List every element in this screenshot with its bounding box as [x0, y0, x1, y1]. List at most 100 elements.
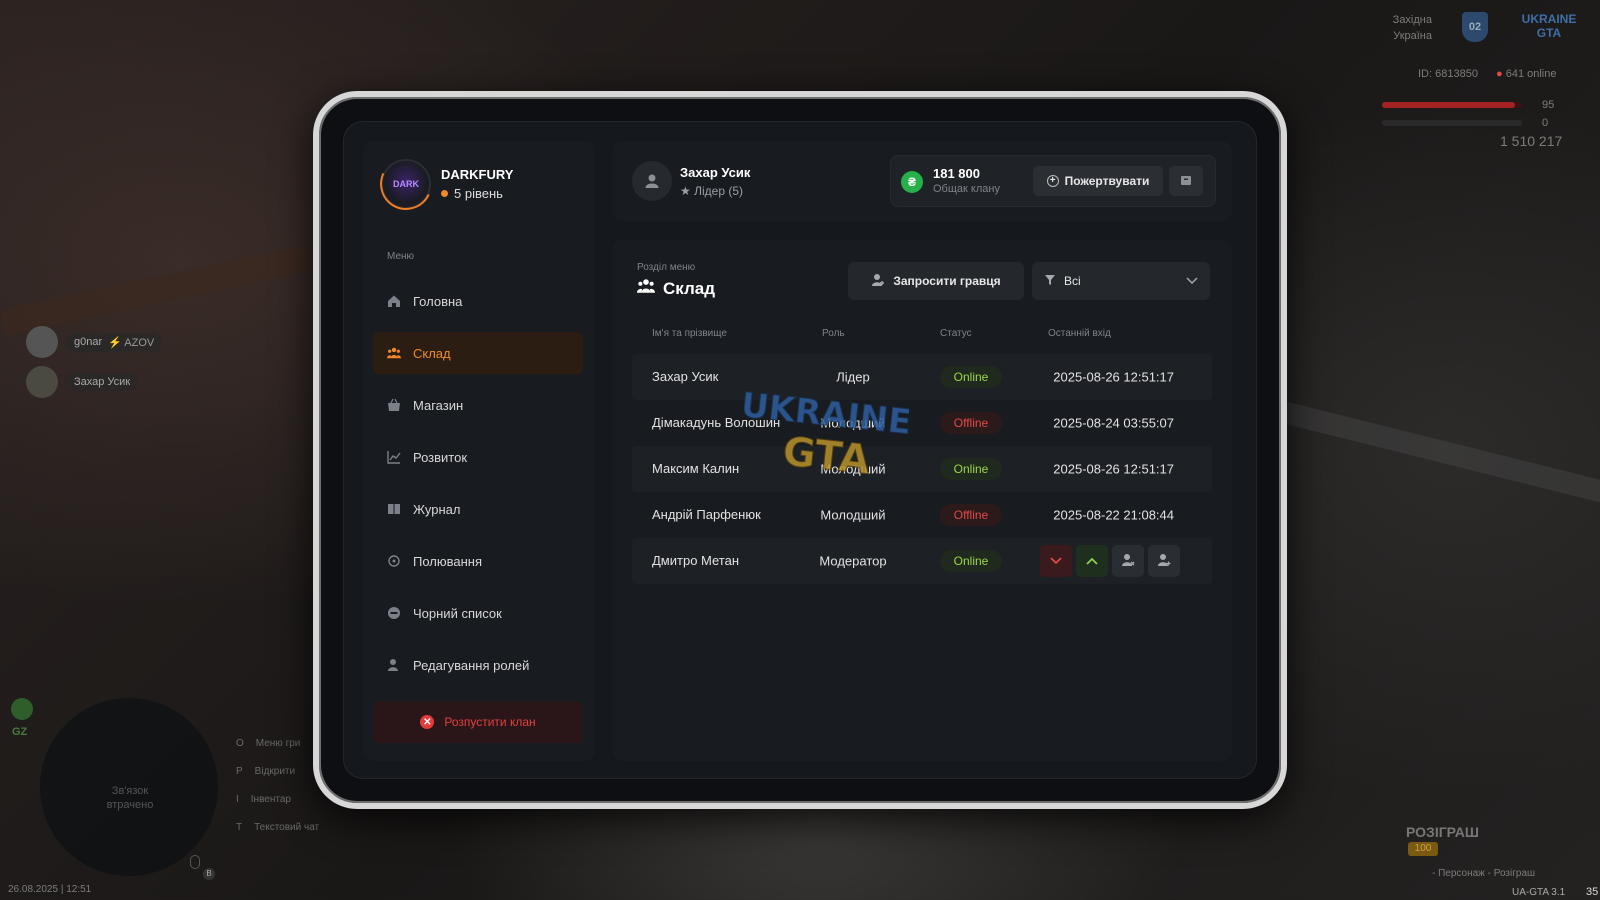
clan-bank: ₴ 181 800 Общак клану + Пожертвувати	[890, 155, 1216, 207]
shop-icon	[387, 398, 401, 412]
status-badge: Online	[940, 550, 1002, 572]
user-edit-icon	[387, 658, 401, 672]
section-label: Розділ меню	[637, 262, 696, 273]
table-row[interactable]: Захар Усик Лідер Online 2025-08-26 12:51…	[632, 354, 1212, 400]
table-header: Ім'я та прізвище Роль Статус Останній вх…	[632, 328, 1212, 348]
status-badge: Online	[940, 366, 1002, 388]
sidebar-item-shop[interactable]: Магазин	[373, 384, 583, 426]
member-role: Молодший	[820, 507, 886, 523]
member-role: Лідер	[836, 369, 870, 385]
status-badge: Online	[940, 458, 1002, 480]
gz-icon	[11, 698, 33, 720]
sidebar-item-hunting[interactable]: Полювання	[373, 540, 583, 582]
sidebar-nav: Головна Склад Магазин Розвиток Журнал По…	[373, 280, 583, 696]
sidebar-item-home[interactable]: Головна	[373, 280, 583, 322]
clan-tag: ⚡ AZOV	[108, 336, 155, 349]
sidebar-item-label: Журнал	[413, 501, 461, 517]
chevron-up-icon	[1086, 554, 1098, 568]
player-avatar	[26, 326, 58, 358]
user-plus-icon	[1157, 553, 1171, 570]
kick-member-button[interactable]	[1112, 545, 1144, 577]
datetime: 26.08.2025 | 12:51	[8, 884, 92, 895]
plus-circle-icon: +	[1046, 175, 1059, 187]
home-icon	[387, 294, 401, 308]
filter-value: Всі	[1064, 274, 1081, 288]
chart-icon	[387, 450, 401, 464]
sidebar-item-journal[interactable]: Журнал	[373, 488, 583, 530]
version-label: UA-GTA 3.1	[1512, 887, 1566, 898]
chevron-down-icon	[1050, 554, 1062, 568]
player-name: Захар Усик	[66, 373, 139, 391]
table-row[interactable]: Дімакадунь Волошин Молодший Offline 2025…	[632, 400, 1212, 446]
disband-label: Розпустити клан	[444, 715, 536, 729]
player-name: g0nar	[74, 335, 103, 348]
status-badge: Offline	[940, 504, 1002, 526]
player-id: ID: 6813850	[1418, 68, 1478, 80]
demote-button[interactable]	[1040, 545, 1072, 577]
people-icon	[387, 346, 401, 360]
members-table: Захар Усик Лідер Online 2025-08-26 12:51…	[632, 354, 1212, 584]
table-row[interactable]: Максим Калин Молодший Online 2025-08-26 …	[632, 446, 1212, 492]
people-icon	[637, 278, 655, 299]
invite-player-button[interactable]: Запросити гравця	[848, 262, 1024, 300]
promote-button[interactable]	[1076, 545, 1108, 577]
role-filter-select[interactable]: Всі	[1032, 262, 1210, 300]
warehouse-panel: Розділ меню Склад Запросити гравця Всі І…	[612, 240, 1232, 761]
giveaway-hint: - Персонаж - Розіграш	[1432, 868, 1536, 879]
giveaway-title: РОЗІГРАШ	[1406, 824, 1479, 840]
leader-info: Захар Усик ★ Лідер (5)	[632, 161, 750, 201]
last-login: 2025-08-24 03:55:07	[1053, 415, 1174, 431]
sidebar-item-label: Склад	[413, 345, 451, 361]
bank-history-button[interactable]	[1169, 166, 1203, 196]
member-settings-button[interactable]	[1148, 545, 1180, 577]
clan-avatar: DARK	[381, 159, 431, 209]
sidebar-item-label: Магазин	[413, 397, 464, 413]
server-logo: UKRAINE GTA	[1521, 12, 1577, 40]
column-header: Останній вхід	[1048, 328, 1111, 339]
close-icon: ✕	[420, 715, 435, 729]
sidebar-item-label: Редагування ролей	[413, 657, 530, 673]
hud-player-2: Захар Усик	[26, 366, 139, 398]
table-row[interactable]: Андрій Парфенюк Молодший Offline 2025-08…	[632, 492, 1212, 538]
hint-item: T Текстовий чат	[236, 822, 320, 833]
sidebar-item-label: Розвиток	[413, 449, 468, 465]
member-name: Андрій Парфенюк	[652, 507, 761, 522]
bank-amount: 181 800	[933, 166, 980, 181]
gz-label: GZ	[12, 726, 28, 738]
last-login: 2025-08-26 12:51:17	[1053, 461, 1174, 477]
sidebar-item-label: Полювання	[413, 553, 483, 569]
sidebar-item-progress[interactable]: Розвиток	[373, 436, 583, 478]
block-icon	[387, 606, 401, 620]
online-count: ● 641 online	[1496, 68, 1557, 80]
region-label: Західна Україна	[1392, 14, 1432, 42]
remove-user-icon	[1121, 553, 1135, 570]
armor-value: 0	[1542, 117, 1549, 129]
clan-tablet: DARK DARKFURY 5 рівень Меню Головна Скла…	[313, 91, 1287, 809]
sidebar-item-warehouse[interactable]: Склад	[373, 332, 583, 374]
level-dot-icon	[441, 190, 448, 197]
donate-button[interactable]: + Пожертвувати	[1033, 166, 1163, 196]
member-role: Модератор	[819, 553, 887, 569]
table-row[interactable]: Дмитро Метан Модератор Online	[632, 538, 1212, 584]
disband-clan-button[interactable]: ✕ Розпустити клан	[373, 701, 583, 743]
add-user-icon	[871, 273, 885, 290]
sidebar-item-blacklist[interactable]: Чорний список	[373, 592, 583, 634]
profile-card: DARK DARKFURY 5 рівень	[381, 159, 513, 209]
column-header: Роль	[822, 328, 845, 339]
hp-value: 95	[1542, 99, 1555, 111]
menu-label: Меню	[387, 251, 415, 262]
section-title: Склад	[637, 278, 715, 299]
user-avatar-icon	[632, 161, 672, 201]
sidebar-item-label: Чорний список	[413, 605, 502, 621]
last-login: 2025-08-26 12:51:17	[1053, 369, 1174, 385]
hp-bar	[1382, 102, 1522, 108]
box-icon	[1180, 174, 1192, 189]
member-role: Молодший	[820, 415, 886, 431]
mic-key: B	[203, 868, 215, 880]
column-header: Статус	[940, 328, 972, 339]
money-value: 1 510 217	[1500, 133, 1563, 149]
member-name: Дмитро Метан	[652, 553, 740, 568]
sidebar: DARK DARKFURY 5 рівень Меню Головна Скла…	[363, 141, 595, 761]
star-icon: ★	[680, 183, 691, 198]
sidebar-item-role-editing[interactable]: Редагування ролей	[373, 644, 583, 686]
